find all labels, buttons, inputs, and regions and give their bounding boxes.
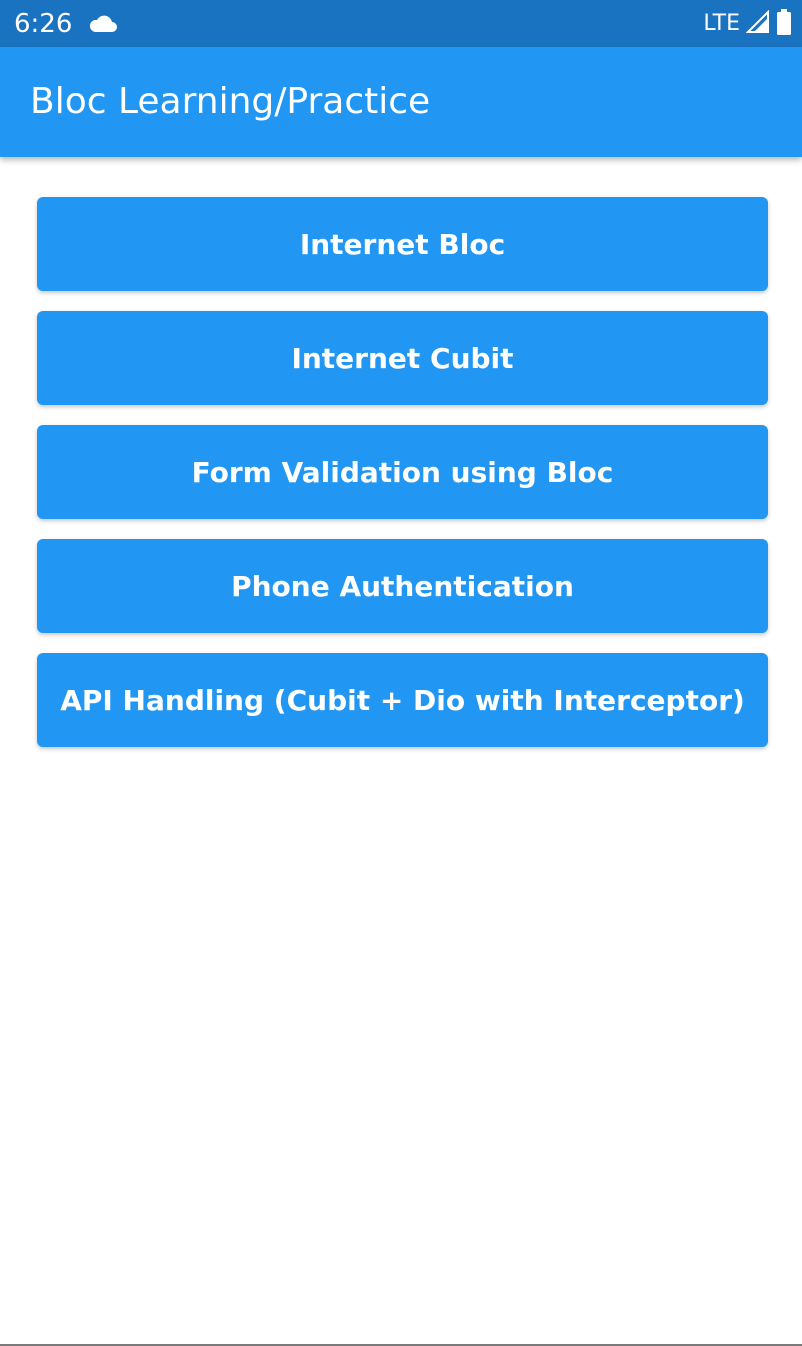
menu-list: Internet Bloc Internet Cubit Form Valida…: [37, 197, 768, 767]
internet-cubit-button[interactable]: Internet Cubit: [37, 311, 768, 405]
signal-icon: [745, 9, 770, 39]
battery-icon: [776, 8, 792, 40]
cloud-icon: [88, 14, 118, 34]
api-handling-button[interactable]: API Handling (Cubit + Dio with Intercept…: [37, 653, 768, 747]
status-bar: 6:26 LTE: [0, 0, 802, 47]
form-validation-button[interactable]: Form Validation using Bloc: [37, 425, 768, 519]
page-title: Bloc Learning/Practice: [30, 81, 431, 122]
status-time: 6:26: [14, 9, 73, 39]
app-screen: 6:26 LTE Bloc Learning/Practice Internet…: [0, 0, 802, 1346]
network-type: LTE: [703, 11, 740, 36]
internet-bloc-button[interactable]: Internet Bloc: [37, 197, 768, 291]
app-bar: Bloc Learning/Practice: [0, 47, 802, 157]
phone-authentication-button[interactable]: Phone Authentication: [37, 539, 768, 633]
status-indicators: LTE: [703, 8, 792, 40]
